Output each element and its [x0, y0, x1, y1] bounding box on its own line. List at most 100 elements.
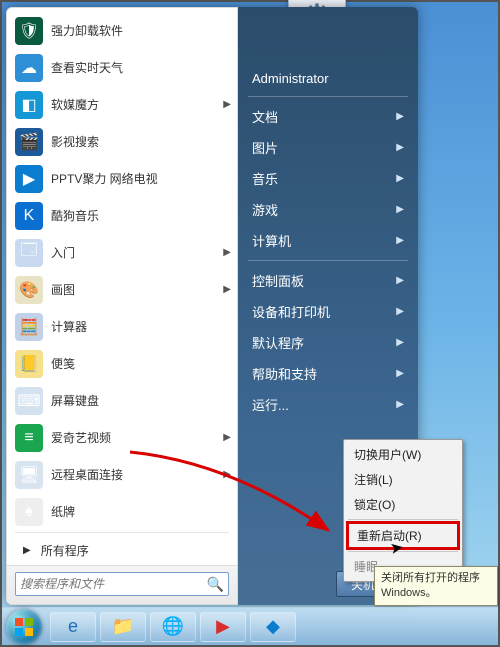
chevron-right-icon: ▶ — [396, 173, 404, 184]
program-icon: 🖥 — [15, 461, 43, 489]
chevron-right-icon: ▶ — [396, 275, 404, 286]
search-icon: 🔍 — [207, 576, 224, 593]
chevron-right-icon: ▶ — [396, 235, 404, 246]
program-item[interactable]: ◧软媒魔方▶ — [7, 86, 237, 123]
user-name-label: Administrator — [252, 71, 329, 86]
program-label: 画图 — [51, 281, 219, 298]
right-pane-item-label: 默认程序 — [252, 333, 304, 352]
right-pane-item[interactable]: 设备和打印机▶ — [238, 296, 418, 327]
all-programs-button[interactable]: ▶ 所有程序 — [7, 535, 237, 565]
globe-icon: 🌐 — [162, 616, 184, 637]
restart-label: 重新启动(R) — [357, 529, 422, 543]
user-name-link[interactable]: Administrator — [238, 65, 418, 92]
chevron-right-icon: ▶ — [396, 111, 404, 122]
windows-logo-icon — [14, 617, 34, 637]
program-item[interactable]: K 酷狗音乐 — [7, 197, 237, 234]
right-pane-item[interactable]: 默认程序▶ — [238, 327, 418, 358]
program-item[interactable]: 🎬影视搜索 — [7, 123, 237, 160]
program-label: 屏幕键盘 — [51, 392, 231, 409]
right-pane-item[interactable]: 游戏▶ — [238, 194, 418, 225]
right-pane-item[interactable]: 计算机 ▶ — [238, 225, 418, 256]
arrow-right-icon: ▶ — [23, 545, 31, 556]
all-programs-label: 所有程序 — [41, 542, 89, 559]
right-pane-item-label: 游戏 — [252, 200, 278, 219]
program-icon: K — [15, 202, 43, 230]
divider — [348, 551, 458, 552]
play-icon: ▶ — [216, 616, 230, 637]
right-pane-item[interactable]: 运行... ▶ — [238, 389, 418, 420]
taskbar-item-app[interactable]: ◆ — [250, 612, 296, 642]
program-label: 计算器 — [51, 318, 231, 335]
divider — [248, 260, 408, 261]
search-box[interactable]: 🔍 — [15, 572, 229, 596]
divider — [248, 96, 408, 97]
taskbar-item-ie[interactable]: e — [50, 612, 96, 642]
program-icon: 🎨 — [15, 276, 43, 304]
desktop: ⚙ 🛡强力卸载软件☁查看实时天气◧软媒魔方▶🎬影视搜索▶PPTV聚力 网络电视K… — [2, 2, 498, 645]
program-label: 查看实时天气 — [51, 59, 231, 76]
right-pane-item-label: 帮助和支持 — [252, 364, 317, 383]
chevron-right-icon: ▶ — [396, 399, 404, 410]
power-context-menu: 切换用户(W)注销(L)锁定(O) 重新启动(R) 睡眠 — [343, 439, 463, 582]
right-pane-item-label: 设备和打印机 — [252, 302, 330, 321]
program-item[interactable]: ☁查看实时天气 — [7, 49, 237, 86]
program-label: 入门 — [51, 244, 219, 261]
folder-icon: 📁 — [112, 616, 134, 637]
taskbar-item-browser[interactable]: 🌐 — [150, 612, 196, 642]
right-pane-item[interactable]: 帮助和支持▶ — [238, 358, 418, 389]
program-label: 便笺 — [51, 355, 231, 372]
right-pane-item-label: 音乐 — [252, 169, 278, 188]
program-item[interactable]: 🖥 远程桌面连接 ▶ — [7, 456, 237, 493]
program-label: 纸牌 — [51, 503, 231, 520]
right-pane-item[interactable]: 音乐 ▶ — [238, 163, 418, 194]
context-menu-item[interactable]: 锁定(O) — [344, 492, 462, 517]
right-pane-item[interactable]: 文档 ▶ — [238, 101, 418, 132]
program-item[interactable]: ≡ 爱奇艺视频 ▶ — [7, 419, 237, 456]
chevron-right-icon: ▶ — [223, 432, 231, 443]
program-item[interactable]: 📒便笺 — [7, 345, 237, 382]
program-item[interactable]: 🗔入门▶ — [7, 234, 237, 271]
app-icon: ◆ — [266, 616, 280, 637]
right-pane-item[interactable]: 图片 ▶ — [238, 132, 418, 163]
chevron-right-icon: ▶ — [223, 469, 231, 480]
program-list: 🛡强力卸载软件☁查看实时天气◧软媒魔方▶🎬影视搜索▶PPTV聚力 网络电视K酷狗… — [7, 8, 237, 530]
divider — [15, 532, 229, 533]
program-item[interactable]: ♠ 纸牌 — [7, 493, 237, 530]
program-label: 爱奇艺视频 — [51, 429, 219, 446]
chevron-right-icon: ▶ — [223, 99, 231, 110]
right-pane-item-label: 图片 — [252, 138, 278, 157]
program-item[interactable]: ▶PPTV聚力 网络电视 — [7, 160, 237, 197]
start-menu-left-pane: 🛡强力卸载软件☁查看实时天气◧软媒魔方▶🎬影视搜索▶PPTV聚力 网络电视K酷狗… — [6, 7, 238, 605]
chevron-right-icon: ▶ — [396, 142, 404, 153]
right-pane-item[interactable]: 控制面板 ▶ — [238, 265, 418, 296]
context-menu-item[interactable]: 注销(L) — [344, 467, 462, 492]
program-label: PPTV聚力 网络电视 — [51, 170, 231, 187]
program-item[interactable]: 🛡强力卸载软件 — [7, 12, 237, 49]
program-label: 强力卸载软件 — [51, 22, 231, 39]
ie-icon: e — [68, 616, 78, 637]
program-item[interactable]: ⌨屏幕键盘 — [7, 382, 237, 419]
program-label: 远程桌面连接 — [51, 466, 219, 483]
start-button[interactable] — [6, 609, 42, 645]
taskbar: e 📁 🌐 ▶ ◆ — [2, 607, 498, 645]
right-pane-item-label: 计算机 — [252, 231, 291, 250]
taskbar-item-media[interactable]: ▶ — [200, 612, 246, 642]
search-row: 🔍 — [7, 565, 237, 604]
program-icon: 🧮 — [15, 313, 43, 341]
program-item[interactable]: 🧮 计算器 — [7, 308, 237, 345]
program-icon: ≡ — [15, 424, 43, 452]
program-item[interactable]: 🎨画图▶ — [7, 271, 237, 308]
taskbar-item-explorer[interactable]: 📁 — [100, 612, 146, 642]
divider — [348, 519, 458, 520]
program-icon: ♠ — [15, 498, 43, 526]
search-input[interactable] — [20, 577, 207, 591]
right-pane-item-label: 运行... — [252, 395, 289, 414]
tooltip: 关闭所有打开的程序 Windows。 — [374, 566, 498, 606]
program-label: 酷狗音乐 — [51, 207, 231, 224]
right-pane-item-label: 控制面板 — [252, 271, 304, 290]
program-icon: 🗔 — [15, 239, 43, 267]
right-pane-item-label: 文档 — [252, 107, 278, 126]
context-menu-item-restart[interactable]: 重新启动(R) — [346, 521, 460, 550]
tooltip-text: 关闭所有打开的程序 Windows。 — [381, 572, 480, 599]
context-menu-item[interactable]: 切换用户(W) — [344, 442, 462, 467]
